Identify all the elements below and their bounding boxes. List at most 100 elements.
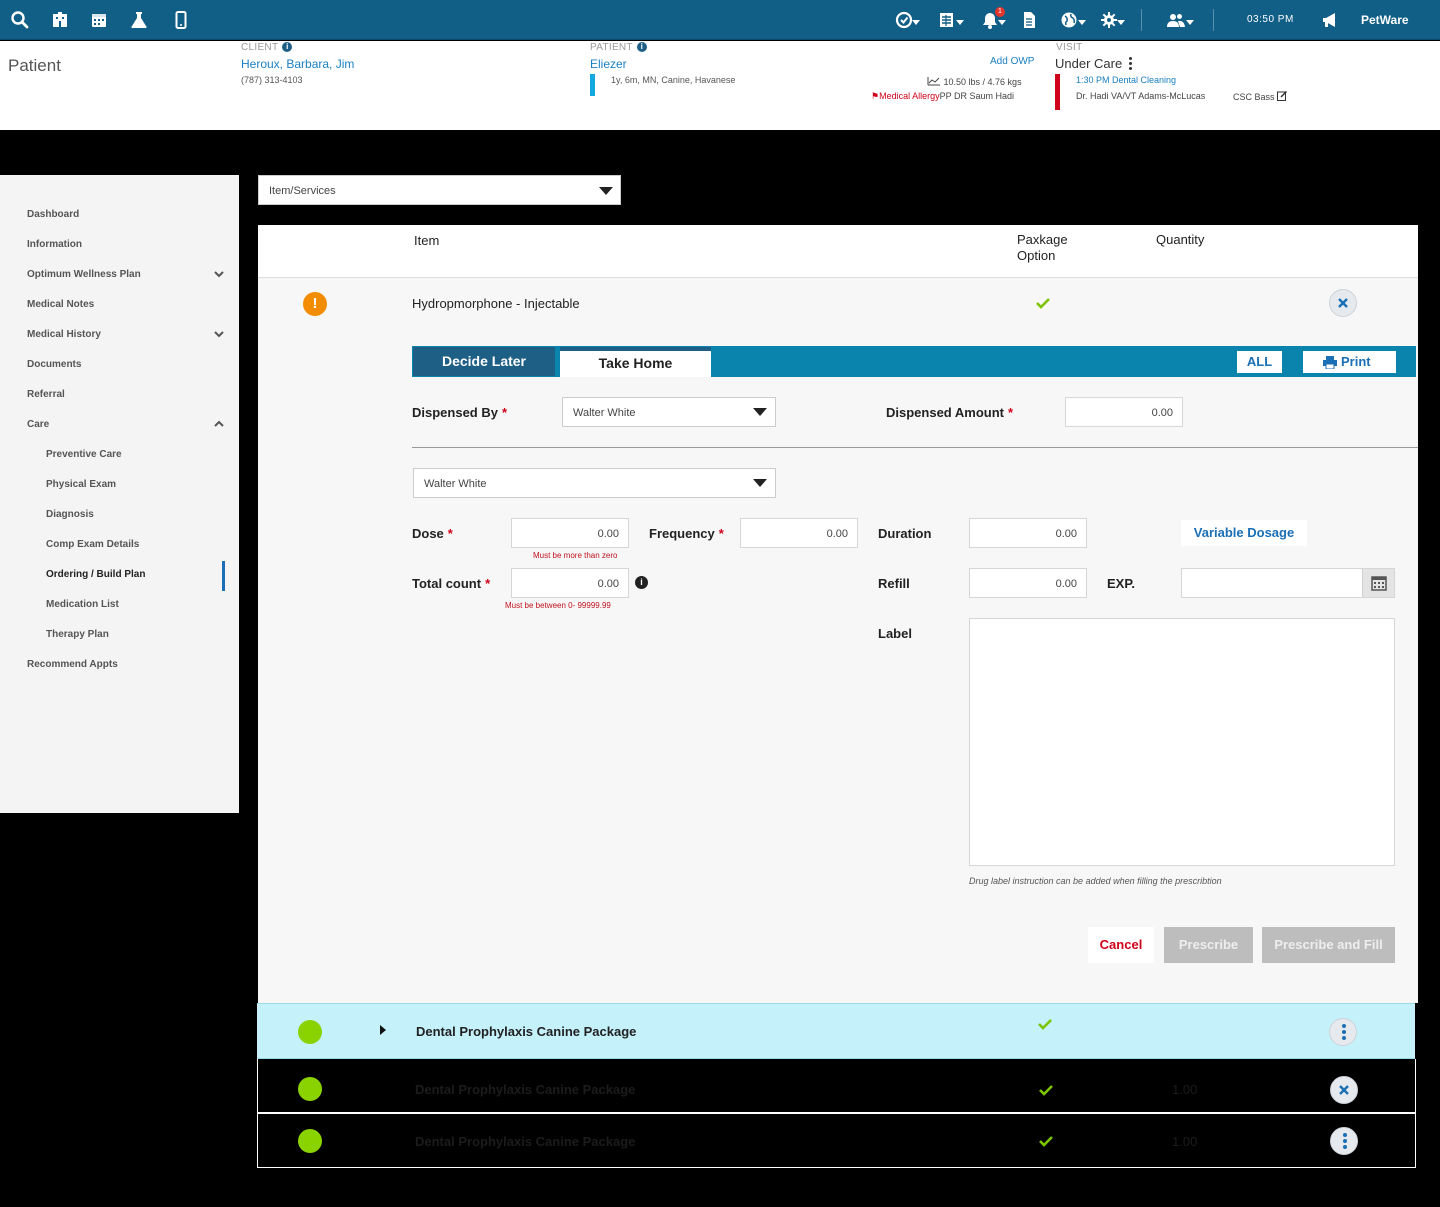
mobile-icon[interactable] (171, 10, 191, 30)
sidebar-item-therapy-plan[interactable]: Therapy Plan (46, 629, 109, 640)
tab-take-home[interactable]: Take Home (560, 347, 711, 377)
sidebar-item-information[interactable]: Information (27, 239, 82, 250)
sidebar-item-recommend-appts[interactable]: Recommend Appts (27, 659, 118, 670)
chevron-down-icon[interactable] (1078, 20, 1086, 25)
calendar-icon[interactable] (89, 10, 109, 30)
dose-label-text: Dose (412, 526, 444, 541)
patient-name-link[interactable]: Eliezer (590, 57, 627, 71)
dose-input[interactable]: 0.00 (511, 518, 629, 548)
item-services-select[interactable]: Item/Services (258, 175, 621, 205)
remove-item-button[interactable] (1329, 289, 1357, 317)
users-icon[interactable] (1166, 10, 1186, 30)
chevron-down-icon[interactable] (214, 329, 224, 339)
column-header-package-option: Paxkage Option (1017, 232, 1068, 264)
chart-line-icon (927, 77, 940, 86)
warning-icon: ! (303, 292, 327, 316)
ledger-icon[interactable] (937, 10, 957, 30)
edit-icon[interactable] (1277, 90, 1288, 101)
close-icon (1339, 1085, 1349, 1095)
row-more-button[interactable] (1330, 1127, 1358, 1155)
chevron-down-icon[interactable] (956, 20, 964, 25)
variable-dosage-button[interactable]: Variable Dosage (1181, 520, 1307, 546)
column-header-package-line1: Paxkage (1017, 232, 1068, 247)
cancel-button[interactable]: Cancel (1088, 927, 1154, 963)
print-button-label: Print (1341, 354, 1371, 369)
client-name-link[interactable]: Heroux, Barbara, Jim (241, 57, 354, 71)
patient-details: 1y, 6m, MN, Canine, Havanese (611, 75, 736, 85)
expand-caret-icon[interactable] (379, 1024, 387, 1036)
medical-allergy-link[interactable]: Medical Allergy (879, 91, 940, 101)
info-icon[interactable]: i (636, 42, 647, 52)
chevron-down-icon[interactable] (753, 479, 767, 487)
info-icon[interactable]: i (635, 576, 648, 589)
brand-name[interactable]: PetWare (1361, 13, 1409, 27)
table-row[interactable]: Dental Prophylaxis Canine Package 1.00 (257, 1113, 1416, 1168)
info-icon[interactable]: i (282, 42, 293, 52)
duration-label: Duration (878, 526, 932, 541)
prescribe-and-fill-button[interactable]: Prescribe and Fill (1262, 927, 1395, 963)
document-icon[interactable] (1019, 10, 1039, 30)
table-row[interactable]: Dental Prophylaxis Canine Package (257, 1003, 1415, 1059)
prescriber-select[interactable]: Walter White (413, 468, 776, 498)
chevron-down-icon[interactable] (599, 187, 613, 195)
dispensed-amount-input[interactable]: 0.00 (1065, 397, 1183, 427)
total-count-label-text: Total count (412, 576, 482, 591)
patient-header: Patient CLIENT i Heroux, Barbara, Jim (78… (0, 41, 1440, 130)
hospital-icon[interactable] (50, 10, 70, 30)
sidebar-item-medical-history[interactable]: Medical History (27, 329, 101, 340)
duration-input[interactable]: 0.00 (969, 518, 1087, 548)
table-row[interactable]: Dental Prophylaxis Canine Package 1.00 (257, 1059, 1416, 1113)
megaphone-icon[interactable] (1320, 10, 1340, 30)
more-vertical-icon[interactable] (1129, 57, 1133, 71)
sidebar-item-medication-list[interactable]: Medication List (46, 599, 119, 610)
calendar-button[interactable] (1362, 569, 1394, 597)
sidebar-item-dashboard[interactable]: Dashboard (27, 209, 79, 220)
prescribe-button[interactable]: Prescribe (1164, 927, 1253, 963)
label-hint: Drug label instruction can be added when… (969, 876, 1222, 886)
label-textarea[interactable] (969, 618, 1395, 866)
gear-icon[interactable] (1099, 10, 1119, 30)
visit-appointment-link[interactable]: 1:30 PM Dental Cleaning (1076, 75, 1176, 85)
sidebar-item-ordering-build-plan[interactable]: Ordering / Build Plan (46, 569, 145, 580)
sidebar-item-referral[interactable]: Referral (27, 389, 65, 400)
sidebar-item-documents[interactable]: Documents (27, 359, 81, 370)
chevron-down-icon[interactable] (753, 408, 767, 416)
tab-decide-later[interactable]: Decide Later (413, 347, 555, 376)
page-title: Patient (8, 56, 61, 75)
sidebar-item-optimum-wellness-plan[interactable]: Optimum Wellness Plan (27, 269, 141, 280)
remove-row-button[interactable] (1330, 1076, 1358, 1104)
sidebar-item-medical-notes[interactable]: Medical Notes (27, 299, 94, 310)
frequency-input[interactable]: 0.00 (740, 518, 858, 548)
calendar-icon (1371, 576, 1387, 591)
column-header-package-line2: Option (1017, 248, 1056, 263)
notification-badge: 1 (995, 7, 1005, 17)
print-button[interactable]: Print (1303, 351, 1396, 373)
chevron-down-icon[interactable] (214, 269, 224, 279)
visit-color-marker (1055, 74, 1060, 110)
sidebar-item-preventive-care[interactable]: Preventive Care (46, 449, 122, 460)
chevron-down-icon[interactable] (998, 20, 1006, 25)
sidebar-item-diagnosis[interactable]: Diagnosis (46, 509, 94, 520)
item-services-select-value: Item/Services (269, 185, 336, 197)
exp-date-input[interactable] (1181, 568, 1395, 598)
dispensed-by-label: Dispensed By * (412, 405, 507, 420)
flask-icon[interactable] (129, 10, 149, 30)
add-owp-link[interactable]: Add OWP (990, 56, 1034, 67)
chevron-down-icon[interactable] (1186, 20, 1194, 25)
sidebar-item-physical-exam[interactable]: Physical Exam (46, 479, 116, 490)
search-icon[interactable] (10, 10, 30, 30)
chevron-up-icon[interactable] (214, 419, 224, 429)
dispensed-by-select[interactable]: Walter White (562, 397, 776, 427)
chevron-down-icon[interactable] (912, 20, 920, 25)
total-count-label: Total count * (412, 576, 490, 591)
chevron-down-icon[interactable] (1117, 20, 1125, 25)
weight-readout: 10.50 lbs / 4.76 kgs (927, 76, 1022, 87)
sidebar: Dashboard Information Optimum Wellness P… (0, 175, 239, 813)
all-button[interactable]: ALL (1237, 351, 1282, 373)
refill-input[interactable]: 0.00 (969, 568, 1087, 598)
row-more-button[interactable] (1329, 1018, 1357, 1046)
globe-icon[interactable] (1059, 10, 1079, 30)
sidebar-item-comp-exam-details[interactable]: Comp Exam Details (46, 539, 139, 550)
total-count-input[interactable]: 0.00 (511, 568, 629, 598)
sidebar-item-care[interactable]: Care (27, 419, 49, 430)
